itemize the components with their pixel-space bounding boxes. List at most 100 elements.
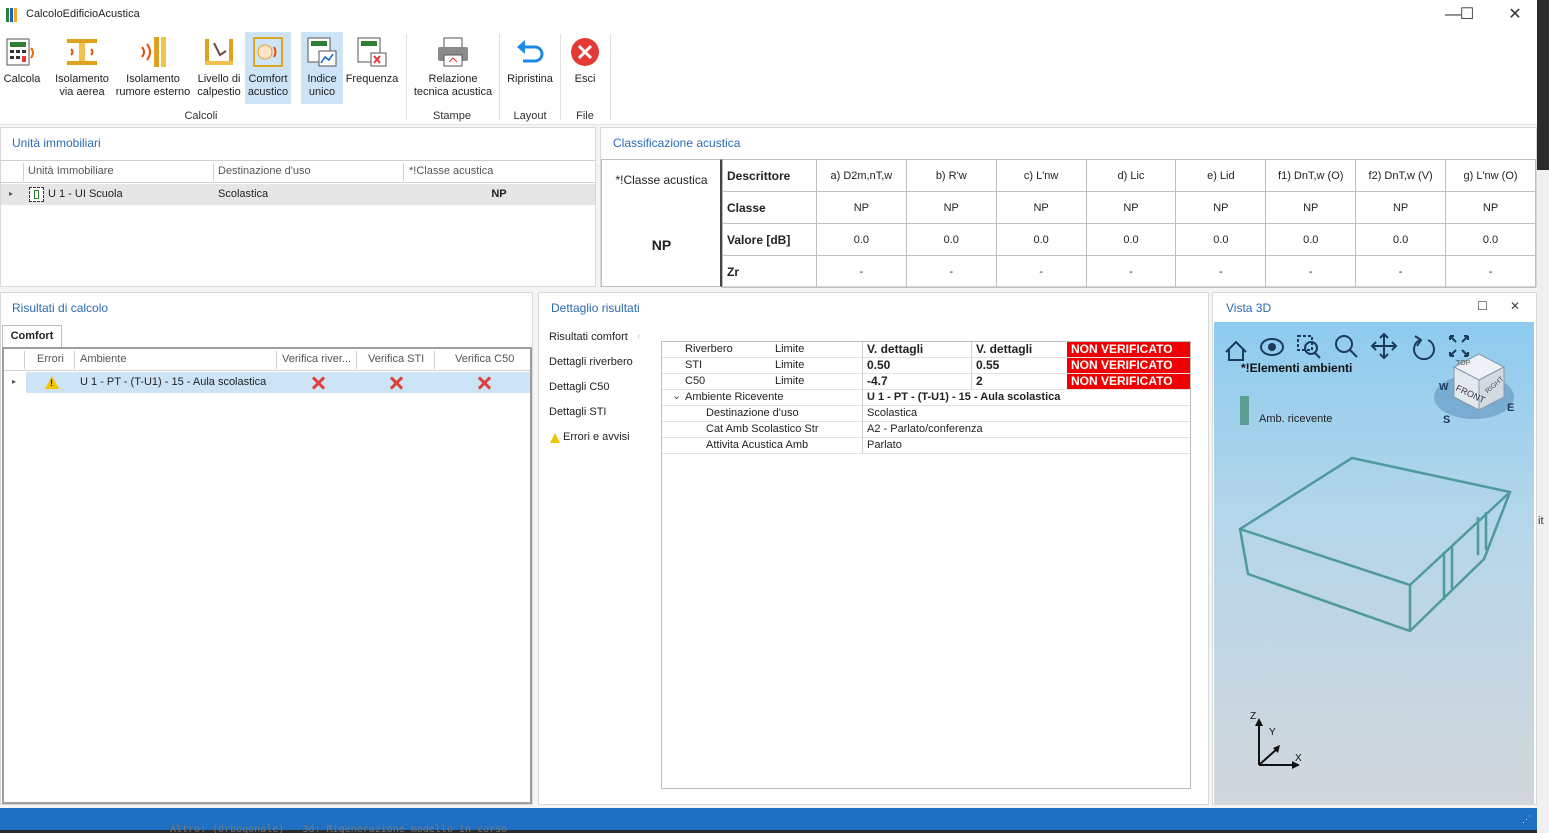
menu-item-errori-avvisi[interactable]: Errori e avvisi <box>563 431 630 443</box>
results-panel: Risultati di calcolo Comfort Errori Ambi… <box>0 292 533 805</box>
column-header-verifica-riverbero[interactable]: Verifica river... <box>282 353 351 365</box>
zoom-window-icon[interactable] <box>1297 335 1321 359</box>
cell-separator <box>971 374 972 390</box>
status-badge: NON VERIFICATO <box>1067 342 1190 357</box>
relazione-tecnica-button[interactable]: Relazione tecnica acustica <box>412 32 494 104</box>
eye-icon[interactable] <box>1260 338 1284 356</box>
pan-icon[interactable] <box>1370 332 1398 360</box>
group-label-layout: Layout <box>513 110 547 122</box>
detail-prop-row[interactable]: Destinazione d'uso Scolastica <box>662 406 1190 422</box>
units-grid: Unità Immobiliare Destinazione d'uso *!C… <box>1 160 595 286</box>
ribbon-separator <box>560 34 561 120</box>
title-bar: CalcoloEdificioAcustica — ☐ ✕ <box>0 0 1537 30</box>
background-window-dark <box>1537 0 1549 170</box>
prop-value: Scolastica <box>867 407 918 419</box>
isolamento-rumore-esterno-button[interactable]: Isolamento rumore esterno <box>114 32 192 104</box>
ripristina-label: Ripristina <box>507 73 553 85</box>
single-index-icon <box>305 35 339 69</box>
maximize-button[interactable]: ☐ <box>1452 4 1482 26</box>
expand-arrow-icon[interactable]: ▸ <box>9 189 13 198</box>
compass-south-label: S <box>1443 414 1451 426</box>
cell-separator <box>862 406 863 422</box>
detail-limit: Limite <box>775 359 805 371</box>
column-header-ambiente[interactable]: Ambiente <box>80 353 126 365</box>
table-row[interactable]: ▸ ! U 1 - PT - (T-U1) - 15 - Aula scolas… <box>4 372 530 393</box>
tab-comfort[interactable]: Comfort <box>2 325 62 347</box>
indice-unico-button[interactable]: Indice unico <box>301 32 343 104</box>
esci-button[interactable]: Esci <box>565 32 605 104</box>
background-window-text: it <box>1538 515 1544 527</box>
isolamento-rumore-esterno-label: Isolamento rumore esterno <box>115 73 191 98</box>
column-header-destination[interactable]: Destinazione d'uso <box>218 165 311 177</box>
detail-prop-row[interactable]: Cat Amb Scolastico Str A2 - Parlato/conf… <box>662 422 1190 438</box>
menu-item-dettagli-riverbero[interactable]: Dettagli riverbero <box>549 356 633 368</box>
menu-item-dettagli-c50[interactable]: Dettagli C50 <box>549 381 610 393</box>
zr-cell: - <box>1355 255 1447 288</box>
detail-group-ambiente[interactable]: ⌄ Ambiente Ricevente U 1 - PT - (T-U1) -… <box>662 390 1190 406</box>
value-cell: 0.0 <box>995 223 1087 256</box>
column-separator <box>24 351 25 369</box>
ripristina-button[interactable]: Ripristina <box>505 32 555 104</box>
column-header-unit[interactable]: Unità Immobiliare <box>28 165 114 177</box>
classification-panel: Classificazione acustica *!Classe acusti… <box>600 127 1537 288</box>
isolamento-via-aerea-label: Isolamento via aerea <box>55 73 109 98</box>
axis-label-y: Y <box>1269 727 1276 738</box>
value-row: Valore [dB] 0.0 0.0 0.0 0.0 0.0 0.0 0.0 … <box>722 223 1536 256</box>
home-icon[interactable] <box>1225 340 1247 361</box>
viewer-close-button[interactable]: ✕ <box>1510 299 1520 313</box>
isolamento-via-aerea-button[interactable]: Isolamento via aerea <box>52 32 112 104</box>
zr-cell: - <box>1265 255 1357 288</box>
class-cell: NP <box>1085 191 1177 224</box>
detail-row-c50[interactable]: C50 Limite -4.7 2 NON VERIFICATO <box>662 374 1190 390</box>
group-label-stampe: Stampe <box>433 110 471 122</box>
livello-calpestio-button[interactable]: Livello di calpestio <box>195 32 243 104</box>
rotate-icon[interactable] <box>1413 335 1435 361</box>
frequenza-button[interactable]: Frequenza <box>345 32 399 104</box>
column-separator <box>356 351 357 369</box>
calcola-button[interactable]: Calcola <box>2 32 42 104</box>
building-unit-icon <box>29 187 44 202</box>
expand-arrow-icon[interactable]: ▸ <box>12 377 16 386</box>
row-header-descrittore: Descrittore <box>722 159 817 192</box>
descriptor-row: Descrittore a) D2m,nT,w b) R'w c) L'nw d… <box>722 159 1536 192</box>
column-separator <box>434 351 435 369</box>
relazione-tecnica-label: Relazione tecnica acustica <box>413 73 493 98</box>
viewer-canvas[interactable]: TOP FRONT RIGHT W S E *!Elementi ambient… <box>1214 322 1534 804</box>
legend-title: *!Elementi ambienti <box>1241 361 1353 375</box>
descriptor-cell: d) Lic <box>1085 159 1177 192</box>
close-button[interactable]: ✕ <box>1500 4 1530 26</box>
detail-prop-row[interactable]: Attivita Acustica Amb Parlato <box>662 438 1190 454</box>
zr-cell: - <box>815 255 907 288</box>
detail-row-riverbero[interactable]: Riverbero Limite V. dettagli V. dettagli… <box>662 342 1190 358</box>
descriptor-cell: c) L'nw <box>995 159 1087 192</box>
prop-name: Destinazione d'uso <box>706 407 799 419</box>
cell-separator <box>862 342 863 358</box>
fit-all-icon[interactable] <box>1449 335 1469 357</box>
legend-swatch <box>1240 396 1249 425</box>
results-panel-title: Risultati di calcolo <box>12 301 109 315</box>
descriptor-cell: e) Lid <box>1175 159 1267 192</box>
resize-grip-icon[interactable]: ⋰ <box>1522 814 1531 825</box>
status-badge: NON VERIFICATO <box>1067 358 1190 373</box>
group-name: Ambiente Ricevente <box>685 391 784 403</box>
acoustic-comfort-icon <box>251 35 285 69</box>
prop-name: Attivita Acustica Amb <box>706 439 809 451</box>
status-badge: NON VERIFICATO <box>1067 374 1190 389</box>
comfort-acustico-button[interactable]: Comfort acustico <box>245 32 291 104</box>
class-summary-value: NP <box>651 237 672 253</box>
menu-item-dettagli-sti[interactable]: Dettagli STI <box>549 406 606 418</box>
detail-limit: Limite <box>775 375 805 387</box>
column-header-errori[interactable]: Errori <box>37 353 64 365</box>
detail-row-sti[interactable]: STI Limite 0.50 0.55 NON VERIFICATO <box>662 358 1190 374</box>
column-header-class[interactable]: *!Classe acustica <box>409 165 493 177</box>
zoom-icon[interactable] <box>1335 335 1358 358</box>
column-header-verifica-c50[interactable]: Verifica C50 <box>455 353 514 365</box>
value-cell: 0.0 <box>815 223 907 256</box>
printer-icon <box>436 35 470 69</box>
column-header-verifica-sti[interactable]: Verifica STI <box>368 353 424 365</box>
collapse-chevron-icon[interactable]: ⌄ <box>672 389 681 402</box>
viewer-maximize-button[interactable]: ☐ <box>1477 299 1488 313</box>
row-header-zr: Zr <box>722 255 817 288</box>
table-row[interactable]: ▸ U 1 - UI Scuola Scolastica NP <box>1 184 595 205</box>
menu-item-risultati-comfort[interactable]: Risultati comfort <box>549 331 628 343</box>
